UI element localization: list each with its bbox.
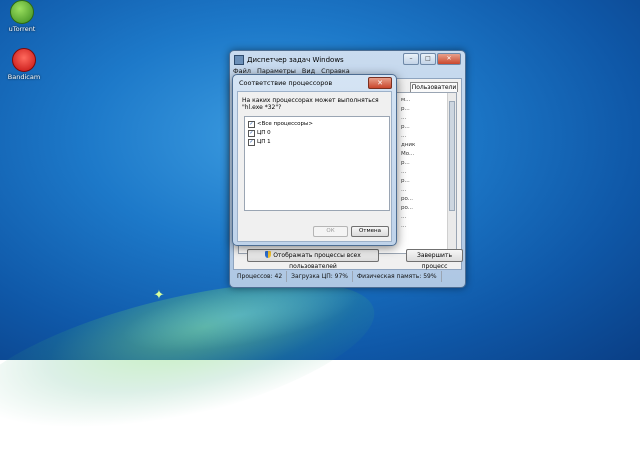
status-memory: Физическая память: 59%: [353, 271, 442, 282]
tab-users[interactable]: Пользователи: [410, 82, 458, 92]
processor-item-cpu0[interactable]: ✓ ЦП 0: [248, 129, 271, 137]
close-button[interactable]: ✕: [437, 53, 461, 65]
list-item[interactable]: p...: [401, 160, 410, 166]
bandicam-icon: [12, 48, 36, 72]
processor-item-all[interactable]: ✓ <Все процессоры>: [248, 120, 313, 128]
list-item[interactable]: ...: [401, 133, 406, 139]
cancel-button[interactable]: Отмена: [351, 226, 389, 237]
list-item[interactable]: p...: [401, 106, 410, 112]
status-processes: Процессов: 42: [233, 271, 288, 282]
status-cpu: Загрузка ЦП: 97%: [287, 271, 354, 282]
list-item[interactable]: Mo...: [401, 151, 414, 157]
desktop-icon-label: uTorrent: [8, 25, 36, 33]
utorrent-icon: [10, 0, 34, 24]
window-controls: – □ ✕: [403, 53, 461, 65]
desktop: ✦ uTorrent Bandicam Диспетчер задач Wind…: [0, 0, 640, 469]
list-item[interactable]: ...: [401, 214, 406, 220]
uac-shield-icon: [265, 251, 272, 258]
processor-list: ✓ <Все процессоры> ✓ ЦП 0 ✓ ЦП 1: [244, 116, 390, 211]
scrollbar-thumb[interactable]: [449, 101, 455, 211]
dialog-close-button[interactable]: ✕: [368, 77, 392, 89]
list-item[interactable]: p...: [401, 124, 410, 130]
list-item[interactable]: ...: [401, 115, 406, 121]
processor-item-cpu1[interactable]: ✓ ЦП 1: [248, 138, 271, 146]
list-item[interactable]: po...: [401, 196, 413, 202]
end-process-button[interactable]: Завершить процесс: [406, 249, 463, 270]
list-item[interactable]: ...: [401, 169, 406, 175]
desktop-icon-label: Bandicam: [7, 73, 41, 81]
show-all-processes-button[interactable]: Отображать процессы всех пользователей: [247, 249, 379, 270]
task-manager-icon: [234, 55, 244, 65]
processor-item-label: ЦП 1: [257, 139, 271, 145]
list-item[interactable]: ...: [401, 187, 406, 193]
dialog-title: Соответствие процессоров: [239, 79, 333, 87]
sparkle-icon: ✦: [153, 288, 165, 303]
list-item[interactable]: м...: [401, 97, 410, 103]
minimize-button[interactable]: –: [403, 53, 419, 65]
maximize-button[interactable]: □: [420, 53, 436, 65]
dialog-body: На каких процессорах может выполняться "…: [237, 91, 392, 242]
checkbox-checked[interactable]: ✓: [248, 138, 255, 146]
checkbox-checked[interactable]: ✓: [248, 129, 255, 137]
processor-item-label: <Все процессоры>: [257, 121, 313, 127]
status-bar: Процессов: 42 Загрузка ЦП: 97% Физическа…: [233, 271, 460, 282]
desktop-icon-bandicam[interactable]: Bandicam: [2, 48, 46, 81]
processor-item-label: ЦП 0: [257, 130, 271, 136]
desktop-icon-utorrent[interactable]: uTorrent: [0, 0, 44, 33]
checkbox-checked[interactable]: ✓: [248, 120, 255, 128]
window-titlebar: Диспетчер задач Windows: [234, 54, 344, 66]
processor-affinity-dialog: Соответствие процессоров ✕ На каких проц…: [232, 74, 397, 246]
list-item[interactable]: дник: [401, 142, 415, 148]
list-item[interactable]: ...: [401, 223, 406, 229]
list-item[interactable]: po...: [401, 205, 413, 211]
list-item[interactable]: p...: [401, 178, 410, 184]
dialog-question: На каких процессорах может выполняться "…: [242, 97, 379, 111]
process-list-scrollbar[interactable]: [447, 93, 456, 253]
window-title: Диспетчер задач Windows: [247, 56, 344, 64]
ok-button[interactable]: ОК: [313, 226, 348, 237]
